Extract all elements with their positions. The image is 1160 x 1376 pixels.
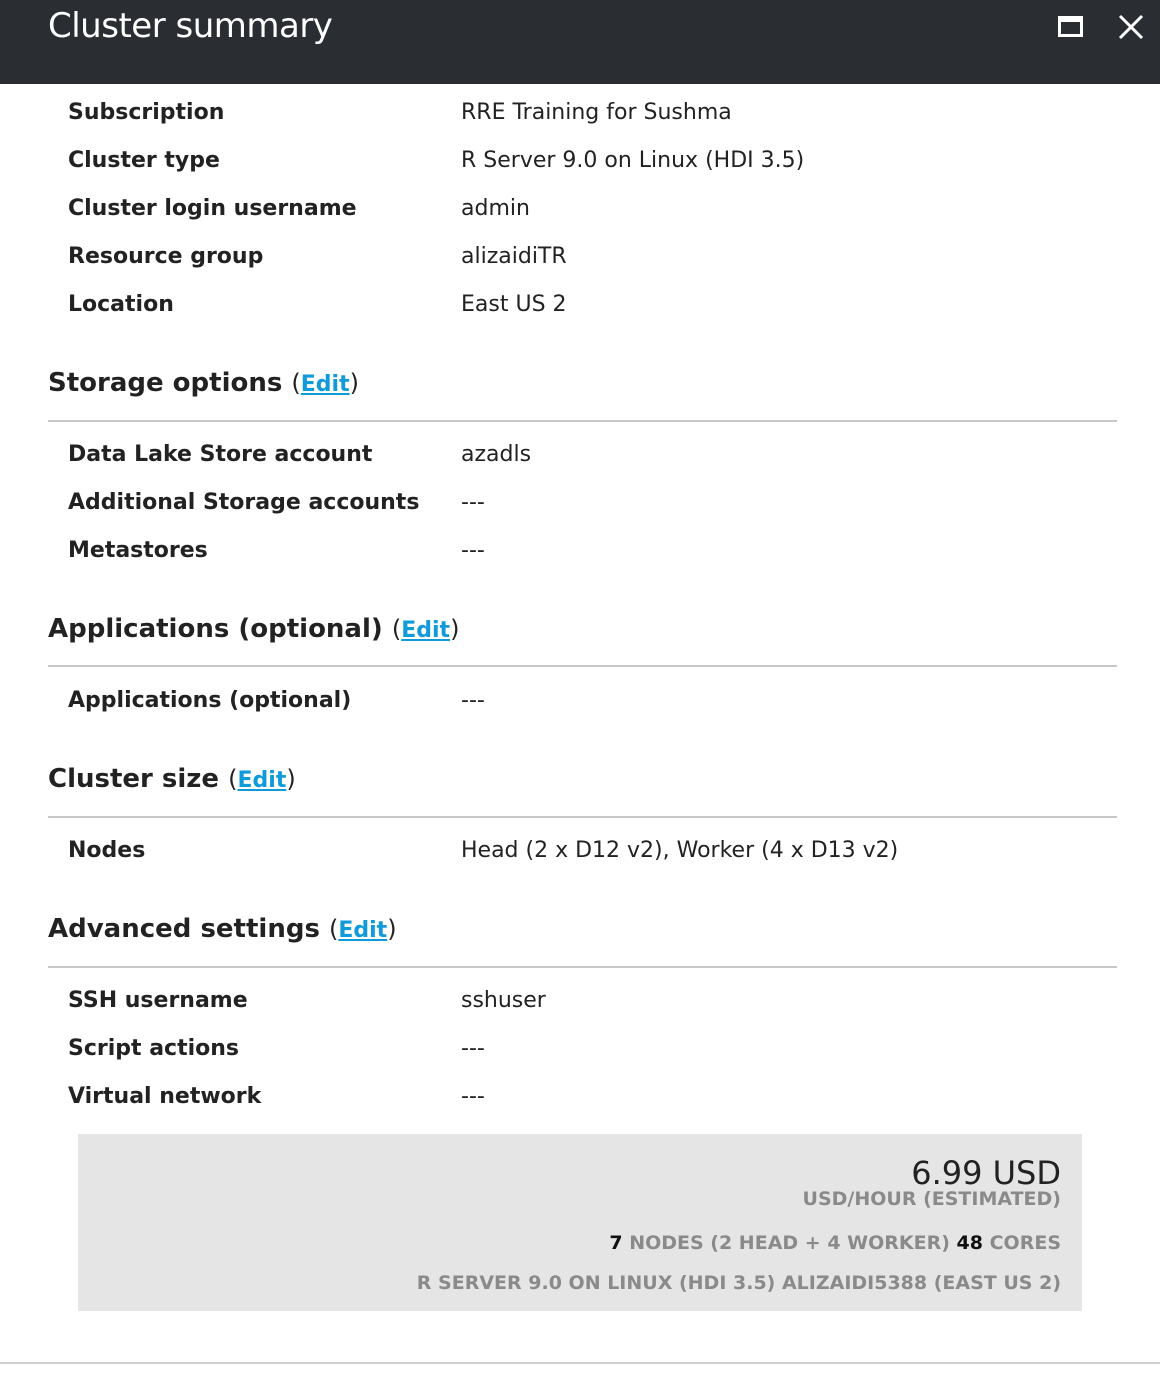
row-value: --- — [461, 688, 485, 713]
resource-group-row: Resource group alizaidiTR — [0, 244, 1160, 284]
ssh-username-row: SSH username sshuser — [0, 988, 1160, 1028]
virtual-network-row: Virtual network --- — [0, 1084, 1160, 1124]
section-divider — [48, 816, 1117, 818]
row-value: admin — [461, 196, 530, 221]
section-title-text: Storage options — [48, 368, 283, 398]
maximize-icon — [1058, 16, 1083, 37]
row-label: Script actions — [68, 1036, 240, 1061]
section-title-text: Advanced settings — [48, 914, 320, 944]
storage-edit-link[interactable]: Edit — [301, 372, 350, 397]
cluster-type-row: Cluster type R Server 9.0 on Linux (HDI … — [0, 148, 1160, 188]
additional-storage-row: Additional Storage accounts --- — [0, 490, 1160, 530]
applications-section-title: Applications (optional) (Edit) — [48, 614, 460, 644]
applications-edit-link[interactable]: Edit — [401, 618, 450, 643]
row-value: R Server 9.0 on Linux (HDI 3.5) — [461, 148, 805, 173]
configuration-summary: R SERVER 9.0 ON LINUX (HDI 3.5) ALIZAIDI… — [416, 1272, 1061, 1294]
cost-summary-panel: 6.99 USD USD/HOUR (ESTIMATED) 7 NODES (2… — [78, 1134, 1082, 1311]
location-row: Location East US 2 — [0, 292, 1160, 332]
nodes-cores-summary: 7 NODES (2 HEAD + 4 WORKER) 48 CORES — [609, 1232, 1061, 1254]
row-label: Cluster login username — [68, 196, 357, 221]
row-value: sshuser — [461, 988, 546, 1013]
cluster-size-edit-link[interactable]: Edit — [238, 768, 287, 793]
cluster-size-section-title: Cluster size (Edit) — [48, 764, 296, 794]
row-label: Cluster type — [68, 148, 220, 173]
section-title-text: Applications (optional) — [48, 614, 383, 644]
section-divider — [48, 665, 1117, 667]
row-value: alizaidiTR — [461, 244, 567, 269]
row-label: Virtual network — [68, 1084, 262, 1109]
nodes-text: NODES (2 HEAD + 4 WORKER) — [629, 1232, 950, 1254]
applications-row: Applications (optional) --- — [0, 688, 1160, 728]
row-label: Resource group — [68, 244, 264, 269]
row-label: Additional Storage accounts — [68, 490, 420, 515]
script-actions-row: Script actions --- — [0, 1036, 1160, 1076]
row-label: SSH username — [68, 988, 248, 1013]
row-value: East US 2 — [461, 292, 567, 317]
row-label: Applications (optional) — [68, 688, 352, 713]
section-divider — [48, 966, 1117, 968]
maximize-button[interactable] — [1056, 10, 1092, 46]
row-label: Data Lake Store account — [68, 442, 373, 467]
price-value: 6.99 USD — [911, 1154, 1061, 1192]
metastores-row: Metastores --- — [0, 538, 1160, 578]
cores-text: CORES — [989, 1232, 1061, 1254]
row-value: Head (2 x D12 v2), Worker (4 x D13 v2) — [461, 838, 899, 863]
row-value: --- — [461, 490, 485, 515]
storage-section-title: Storage options (Edit) — [48, 368, 359, 398]
row-value: --- — [461, 538, 485, 563]
section-title-text: Cluster size — [48, 764, 220, 794]
title-bar: Cluster summary — [0, 0, 1160, 84]
close-button[interactable] — [1114, 10, 1150, 46]
window-title: Cluster summary — [48, 6, 333, 46]
node-count: 7 — [609, 1232, 623, 1254]
row-value: --- — [461, 1036, 485, 1061]
row-value: azadls — [461, 442, 532, 467]
login-username-row: Cluster login username admin — [0, 196, 1160, 236]
price-unit: USD/HOUR (ESTIMATED) — [802, 1188, 1061, 1210]
row-value: RRE Training for Sushma — [461, 100, 732, 125]
subscription-row: Subscription RRE Training for Sushma — [0, 100, 1160, 140]
bottom-divider — [0, 1362, 1160, 1364]
advanced-edit-link[interactable]: Edit — [338, 918, 387, 943]
nodes-row: Nodes Head (2 x D12 v2), Worker (4 x D13… — [0, 838, 1160, 878]
section-divider — [48, 420, 1117, 422]
row-label: Metastores — [68, 538, 208, 563]
row-label: Nodes — [68, 838, 146, 863]
advanced-section-title: Advanced settings (Edit) — [48, 914, 397, 944]
row-label: Subscription — [68, 100, 225, 125]
close-icon — [1118, 14, 1144, 40]
row-value: --- — [461, 1084, 485, 1109]
data-lake-row: Data Lake Store account azadls — [0, 442, 1160, 482]
row-label: Location — [68, 292, 174, 317]
core-count: 48 — [956, 1232, 983, 1254]
